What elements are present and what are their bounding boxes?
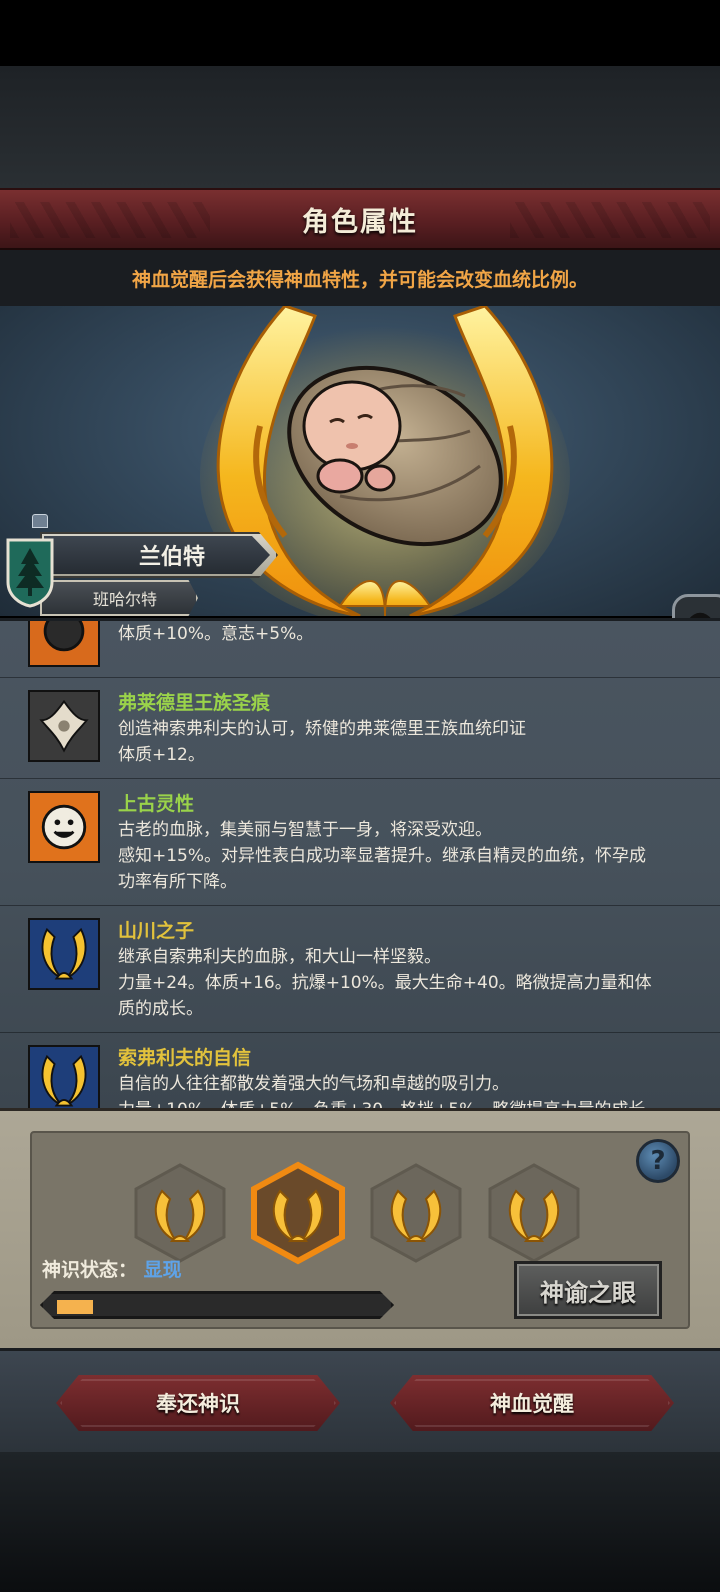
trait-description: 质的成长。 xyxy=(118,999,203,1019)
trait-description: 继承自索弗利夫的血脉，和大山一样坚毅。 xyxy=(118,947,441,967)
trait-body: 山川之子继承自索弗利夫的血脉，和大山一样坚毅。力量+24。体质+16。抗爆+10… xyxy=(118,918,696,1022)
laurel-slot[interactable] xyxy=(486,1161,582,1265)
trait-row: 索弗利夫的自信自信的人往往都散发着强大的气场和卓越的吸引力。力量+10%。体质+… xyxy=(0,1033,720,1108)
trait-row: 既然是上天特待的开形，身强体壮，是天生的战士。体质+10%。意志+5%。 xyxy=(0,621,720,678)
trait-row: 上古灵性古老的血脉，集美丽与智慧于一身，将深受欢迎。感知+15%。对异性表白成功… xyxy=(0,779,720,906)
divine-progress-bar xyxy=(40,1291,394,1319)
trait-name: 弗莱德里王族圣痕 xyxy=(118,692,271,714)
golden-laurel-slot-icon xyxy=(488,1163,580,1263)
trait-body: 既然是上天特待的开形，身强体壮，是天生的战士。体质+10%。意志+5%。 xyxy=(118,621,696,667)
dark-sun-icon xyxy=(28,621,100,667)
oracle-eye-label: 神谕之眼 xyxy=(540,1278,636,1307)
trait-name: 索弗利夫的自信 xyxy=(118,1047,252,1069)
house-bar: 班哈尔特 xyxy=(40,580,198,616)
oracle-eye-button[interactable]: 神谕之眼 xyxy=(514,1261,662,1319)
smiling-sun-icon xyxy=(28,791,100,863)
trait-description: 古老的血脉，集美丽与智慧于一身，将深受欢迎。 xyxy=(118,820,492,840)
character-name-plate: 兰伯特 班哈尔特 xyxy=(0,508,290,618)
trait-list-panel[interactable]: 既然是上天特待的开形，身强体壮，是天生的战士。体质+10%。意志+5%。弗莱德里… xyxy=(0,618,720,1108)
character-name: 兰伯特 xyxy=(138,545,205,570)
divine-progress-fill xyxy=(57,1300,94,1314)
divine-status-label: 神识状态： xyxy=(42,1259,138,1281)
trait-description: 感知+15%。对异性表白成功率显著提升。继承自精灵的血统，怀孕成 xyxy=(118,846,647,866)
golden-laurel-slot-icon xyxy=(251,1161,345,1265)
divine-status: 神识状态： 显现 xyxy=(42,1255,182,1282)
trait-body: 索弗利夫的自信自信的人往往都散发着强大的气场和卓越的吸引力。力量+10%。体质+… xyxy=(118,1045,696,1108)
hint-bar: 神血觉醒后会获得神血特性，并可能会改变血统比例。 xyxy=(0,250,720,306)
return-divinity-label: 奉还神识 xyxy=(156,1392,240,1416)
trait-description: 功率有所下降。 xyxy=(118,872,237,892)
laurel-slot[interactable] xyxy=(368,1161,464,1265)
laurel-slot[interactable] xyxy=(132,1161,228,1265)
blood-awaken-button[interactable]: 神血觉醒 xyxy=(390,1375,674,1431)
return-divinity-button[interactable]: 奉还神识 xyxy=(56,1375,340,1431)
trait-description: 体质+12。 xyxy=(118,745,205,765)
laurel-slot[interactable] xyxy=(250,1161,346,1265)
slot-panel-inner: ? 神识状态： 显现 神谕之眼 xyxy=(30,1131,690,1329)
trait-row: 弗莱德里王族圣痕创造神索弗利夫的认可，矫健的弗莱德里王族血统印证 体质+12。 xyxy=(0,678,720,779)
trait-description: 力量+24。体质+16。抗爆+10%。最大生命+40。略微提高力量和体 xyxy=(118,973,652,993)
house-marker-icon xyxy=(32,514,48,528)
golden-laurel-slot-icon xyxy=(370,1163,462,1263)
trait-row: 山川之子继承自索弗利夫的血脉，和大山一样坚毅。力量+24。体质+16。抗爆+10… xyxy=(0,906,720,1033)
golden-laurel-slot-icon xyxy=(134,1163,226,1263)
blood-awaken-label: 神血觉醒 xyxy=(490,1392,574,1416)
trait-description: 自信的人往往都散发着强大的气场和卓越的吸引力。 xyxy=(118,1074,509,1094)
trait-body: 上古灵性古老的血脉，集美丽与智慧于一身，将深受欢迎。感知+15%。对异性表白成功… xyxy=(118,791,696,895)
royal-mark-icon xyxy=(28,690,100,762)
background-top xyxy=(0,66,720,188)
pine-tree-crest-icon xyxy=(6,538,54,608)
trait-description: 体质+10%。意志+5%。 xyxy=(118,624,314,644)
title-banner: 角色属性 xyxy=(0,188,720,250)
bottom-background xyxy=(0,1452,720,1592)
name-bar: 兰伯特 xyxy=(44,536,270,574)
help-button[interactable]: ? xyxy=(636,1139,680,1183)
golden-laurel-icon xyxy=(28,918,100,990)
trait-description: 创造神索弗利夫的认可，矫健的弗莱德里王族血统印证 xyxy=(118,719,526,739)
trait-description: 力量+10%。体质+5%。负重+30。格挡+5%。略微提高力量的成长。 xyxy=(118,1097,696,1108)
hint-text: 神血觉醒后会获得神血特性，并可能会改变血统比例。 xyxy=(131,268,588,291)
slot-panel: ? 神识状态： 显现 神谕之眼 xyxy=(0,1108,720,1348)
action-bar: 奉还神识 神血觉醒 xyxy=(0,1348,720,1452)
trait-name: 山川之子 xyxy=(118,920,195,942)
status-bar-area xyxy=(0,0,720,66)
divine-status-value: 显现 xyxy=(143,1259,182,1281)
house-name: 班哈尔特 xyxy=(92,590,157,609)
golden-laurel-icon xyxy=(28,1045,100,1108)
page-title: 角色属性 xyxy=(302,206,418,238)
trait-list: 既然是上天特待的开形，身强体壮，是天生的战士。体质+10%。意志+5%。弗莱德里… xyxy=(0,621,720,1108)
trait-body: 弗莱德里王族圣痕创造神索弗利夫的认可，矫健的弗莱德里王族血统印证 体质+12。 xyxy=(118,690,696,768)
trait-name: 上古灵性 xyxy=(118,793,195,815)
